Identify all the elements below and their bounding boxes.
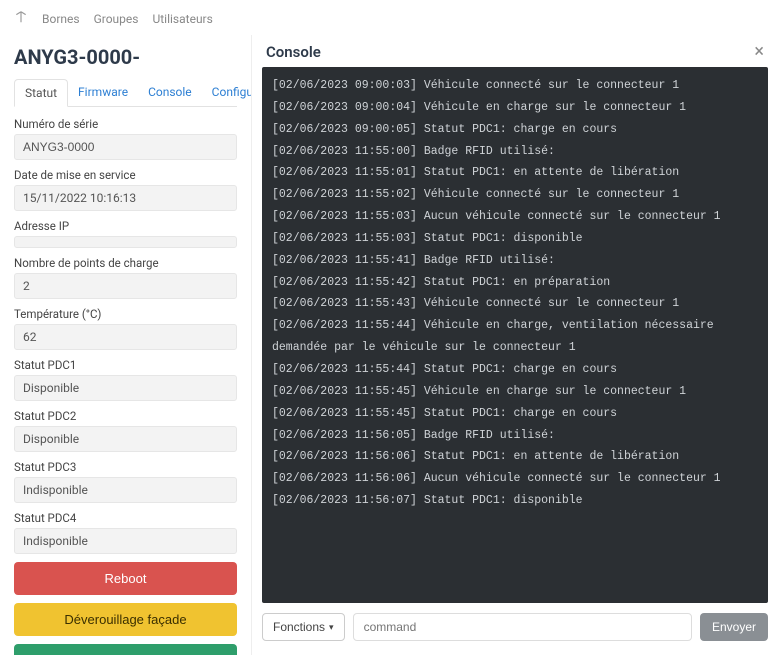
console-line: [02/06/2023 11:55:45] Véhicule en charge… [272, 381, 758, 403]
console-line: [02/06/2023 09:00:04] Véhicule en charge… [272, 97, 758, 119]
commission-label: Date de mise en service [14, 168, 237, 182]
right-panel: Console × [02/06/2023 09:00:03] Véhicule… [252, 35, 780, 655]
console-line: [02/06/2023 11:55:44] Statut PDC1: charg… [272, 359, 758, 381]
functions-label: Fonctions [273, 620, 325, 634]
left-panel: ANYG3-0000- Statut Firmware Console Conf… [0, 35, 252, 655]
nav-groupes[interactable]: Groupes [94, 12, 139, 26]
pdc3-value: Indisponible [14, 477, 237, 503]
ip-label: Adresse IP [14, 219, 237, 233]
console-line: [02/06/2023 11:55:02] Véhicule connecté … [272, 184, 758, 206]
temp-label: Température (°C) [14, 307, 237, 321]
console-line: [02/06/2023 11:55:00] Badge RFID utilisé… [272, 141, 758, 163]
top-nav: Bornes Groupes Utilisateurs [0, 0, 780, 35]
console-line: [02/06/2023 11:55:01] Statut PDC1: en at… [272, 162, 758, 184]
console-line: [02/06/2023 11:56:05] Badge RFID utilisé… [272, 425, 758, 447]
console-line: [02/06/2023 11:55:41] Badge RFID utilisé… [272, 250, 758, 272]
ip-value [14, 236, 237, 248]
tabs: Statut Firmware Console Configuration [14, 79, 237, 107]
nav-utilisateurs[interactable]: Utilisateurs [152, 12, 212, 26]
console-line: [02/06/2023 09:00:03] Véhicule connecté … [272, 75, 758, 97]
pdc2-value: Disponible [14, 426, 237, 452]
pdc1-value: Disponible [14, 375, 237, 401]
console-line: [02/06/2023 11:55:44] Véhicule en charge… [272, 315, 758, 359]
console-line: [02/06/2023 11:55:43] Véhicule connecté … [272, 293, 758, 315]
temp-value: 62 [14, 324, 237, 350]
console-line: [02/06/2023 11:56:06] Aucun véhicule con… [272, 468, 758, 490]
pdc4-value: Indisponible [14, 528, 237, 554]
console-line: [02/06/2023 11:55:45] Statut PDC1: charg… [272, 403, 758, 425]
console-output[interactable]: [02/06/2023 09:00:03] Véhicule connecté … [262, 67, 768, 603]
pdc4-label: Statut PDC4 [14, 511, 237, 525]
tab-console[interactable]: Console [138, 79, 202, 106]
close-icon[interactable]: × [754, 43, 764, 61]
pdc1-label: Statut PDC1 [14, 358, 237, 372]
console-line: [02/06/2023 11:56:07] Statut PDC1: dispo… [272, 490, 758, 512]
unlock-button[interactable]: Déverouillage façade [14, 603, 237, 636]
send-button[interactable]: Envoyer [700, 613, 768, 641]
extract-temps-button[interactable]: Extraction des températures (.CSV) [14, 644, 237, 655]
console-line: [02/06/2023 11:55:03] Statut PDC1: dispo… [272, 228, 758, 250]
console-line: [02/06/2023 09:00:05] Statut PDC1: charg… [272, 119, 758, 141]
reboot-button[interactable]: Reboot [14, 562, 237, 595]
pdc3-label: Statut PDC3 [14, 460, 237, 474]
console-line: [02/06/2023 11:55:42] Statut PDC1: en pr… [272, 272, 758, 294]
points-value: 2 [14, 273, 237, 299]
nav-bornes[interactable]: Bornes [42, 12, 80, 26]
serial-label: Numéro de série [14, 117, 237, 131]
console-line: [02/06/2023 11:55:03] Aucun véhicule con… [272, 206, 758, 228]
points-label: Nombre de points de charge [14, 256, 237, 270]
console-title: Console [266, 43, 321, 61]
chevron-down-icon: ▾ [329, 622, 334, 633]
tab-configuration[interactable]: Configuration [202, 79, 252, 106]
page-title: ANYG3-0000- [14, 45, 237, 69]
command-input[interactable] [353, 613, 692, 641]
tab-statut[interactable]: Statut [14, 79, 68, 107]
logo-icon [14, 10, 28, 27]
pdc2-label: Statut PDC2 [14, 409, 237, 423]
serial-input[interactable] [14, 134, 237, 160]
tab-firmware[interactable]: Firmware [68, 79, 138, 106]
commission-value: 15/11/2022 10:16:13 [14, 185, 237, 211]
functions-dropdown[interactable]: Fonctions ▾ [262, 613, 345, 641]
console-line: [02/06/2023 11:56:06] Statut PDC1: en at… [272, 446, 758, 468]
